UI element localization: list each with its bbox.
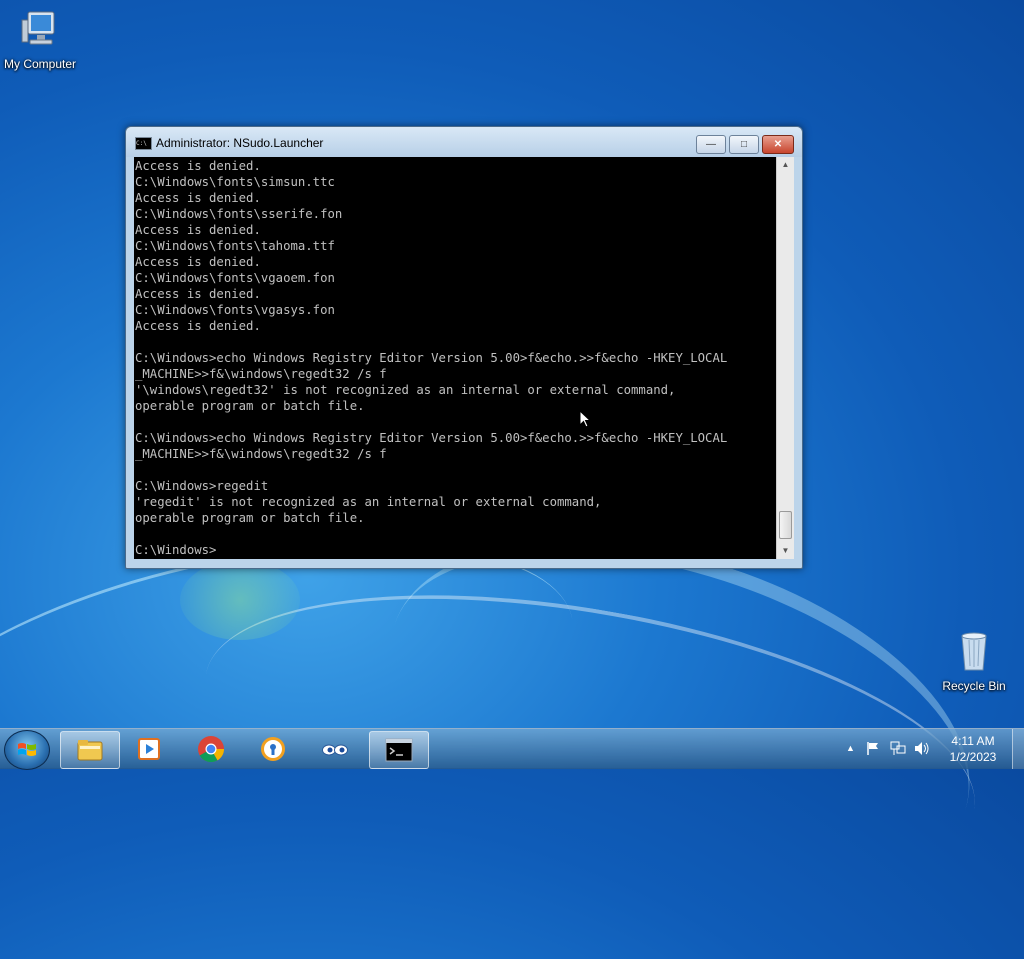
action-center-flag-icon[interactable] <box>866 741 880 756</box>
volume-icon[interactable] <box>914 741 930 756</box>
taskbar-item-security-app[interactable] <box>244 731 302 767</box>
clock-date: 1/2/2023 <box>949 750 997 764</box>
command-prompt-icon <box>385 738 413 762</box>
window-title: Administrator: NSudo.Launcher <box>156 136 324 150</box>
folder-icon <box>77 740 103 761</box>
network-icon[interactable] <box>890 741 906 756</box>
taskbar: ▲ 4:11 AM 1/2/2023 <box>0 728 1024 770</box>
maximize-button[interactable]: □ <box>729 135 759 154</box>
recycle-bin-icon <box>961 632 987 671</box>
keyhole-shield-icon <box>261 737 285 761</box>
show-hidden-icons-button[interactable]: ▲ <box>846 743 855 753</box>
desktop-icon-label: My Computer <box>3 57 77 71</box>
taskbar-item-media-player[interactable] <box>120 731 178 767</box>
show-desktop-button[interactable] <box>1012 729 1024 769</box>
desktop-icon-my-computer[interactable]: My Computer <box>0 8 80 71</box>
console-window[interactable]: C:\ Administrator: NSudo.Launcher — □ ✕ … <box>125 126 803 569</box>
scrollbar-thumb[interactable] <box>779 511 792 539</box>
taskbar-item-eyes-app[interactable] <box>306 731 364 767</box>
taskbar-item-explorer[interactable] <box>60 731 120 769</box>
minimize-button[interactable]: — <box>696 135 726 154</box>
wallpaper-glow <box>180 560 300 640</box>
start-button[interactable] <box>4 730 50 770</box>
desktop-icon-recycle-bin[interactable]: Recycle Bin <box>934 630 1014 693</box>
computer-icon <box>21 11 55 45</box>
window-titlebar[interactable]: C:\ Administrator: NSudo.Launcher — □ ✕ <box>126 127 802 157</box>
taskbar-item-command-prompt[interactable] <box>369 731 429 769</box>
clock-time: 4:11 AM <box>951 734 995 748</box>
vertical-scrollbar[interactable]: ▲ ▼ <box>776 157 794 559</box>
eyes-icon <box>322 744 348 756</box>
close-button[interactable]: ✕ <box>762 135 794 154</box>
command-prompt-icon: C:\ <box>135 137 152 150</box>
media-player-icon <box>138 738 160 760</box>
windows-logo-icon <box>18 743 36 756</box>
console-output-text: Access is denied. C:\Windows\fonts\simsu… <box>135 159 728 557</box>
console-output-area[interactable]: Access is denied. C:\Windows\fonts\simsu… <box>134 157 776 559</box>
taskbar-item-chrome[interactable] <box>182 731 240 767</box>
system-tray: ▲ <box>840 729 940 769</box>
scroll-up-arrow-icon[interactable]: ▲ <box>777 157 794 173</box>
scroll-down-arrow-icon[interactable]: ▼ <box>777 543 794 559</box>
clock[interactable]: 4:11 AM 1/2/2023 <box>940 733 1006 765</box>
chrome-icon <box>198 736 225 763</box>
desktop-icon-label: Recycle Bin <box>942 679 1006 693</box>
